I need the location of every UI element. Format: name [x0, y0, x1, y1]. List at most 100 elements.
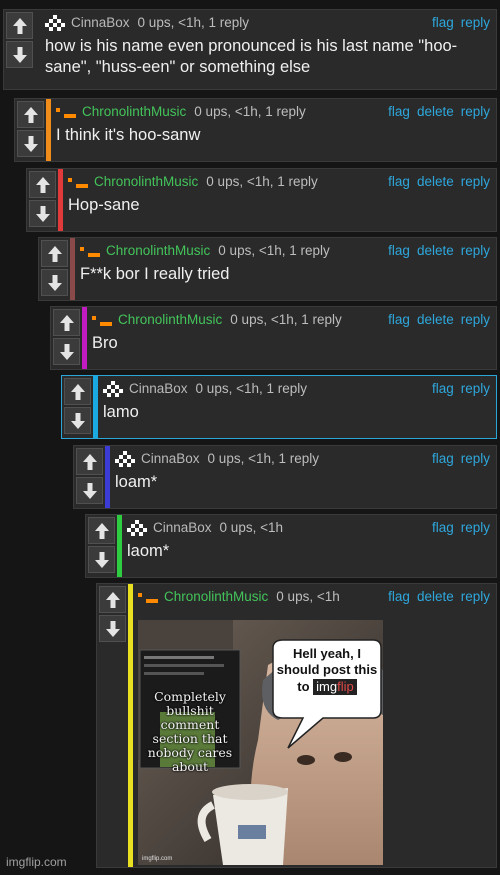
comment-body: CinnaBox 0 ups, <1h, 1 reply flag reply ho… — [40, 10, 496, 89]
comment-actions: flag delete reply — [381, 99, 490, 125]
flag-link[interactable]: flag — [432, 451, 454, 466]
imgflip-logo: imgflip — [313, 679, 357, 695]
avatar-icon — [68, 178, 88, 189]
author-link[interactable]: CinnaBox — [153, 520, 212, 535]
upvote-button[interactable] — [76, 448, 103, 475]
author-link[interactable]: ChronolinthMusic — [118, 312, 222, 327]
comment-body: ChronolinthMusic 0 ups, <1h flag delete rep… — [133, 584, 496, 867]
comment-actions: flag delete reply — [381, 169, 490, 195]
comment: ChronolinthMusic 0 ups, <1h, 1 reply flag… — [50, 306, 497, 370]
downvote-button[interactable] — [99, 615, 126, 642]
reply-link[interactable]: reply — [461, 15, 490, 30]
reply-link[interactable]: reply — [461, 589, 490, 604]
flag-link[interactable]: flag — [432, 520, 454, 535]
upvote-button[interactable] — [64, 378, 91, 405]
comment-text: F**k bor I really tried — [80, 265, 230, 283]
delete-link[interactable]: delete — [417, 104, 454, 119]
vote-controls — [51, 307, 82, 367]
upvote-button[interactable] — [99, 586, 126, 613]
arrow-down-icon — [12, 46, 27, 63]
upvote-button[interactable] — [17, 101, 44, 128]
arrow-up-icon — [94, 522, 109, 539]
comment-stats: 0 ups, <1h — [276, 589, 340, 604]
comment-body: ChronolinthMusic 0 ups, <1h, 1 reply flag… — [63, 169, 496, 231]
reply-link[interactable]: reply — [461, 312, 490, 327]
downvote-button[interactable] — [6, 41, 33, 68]
author-link[interactable]: ChronolinthMusic — [106, 243, 210, 258]
delete-link[interactable]: delete — [417, 312, 454, 327]
upvote-button[interactable] — [29, 171, 56, 198]
delete-link[interactable]: delete — [417, 243, 454, 258]
author-link[interactable]: ChronolinthMusic — [94, 174, 198, 189]
downvote-button[interactable] — [41, 269, 68, 296]
reply-link[interactable]: reply — [461, 174, 490, 189]
reply-link[interactable]: reply — [461, 243, 490, 258]
arrow-up-icon — [35, 176, 50, 193]
arrow-up-icon — [70, 383, 85, 400]
flag-link[interactable]: flag — [388, 589, 410, 604]
meme-image[interactable]: Hell yeah, I should post this to imgflip… — [138, 620, 383, 865]
comment-text: I think it's hoo-sanw — [56, 126, 201, 144]
avatar-icon — [115, 451, 135, 468]
arrow-down-icon — [94, 551, 109, 568]
comment-actions: flag reply — [425, 376, 490, 402]
upvote-button[interactable] — [6, 12, 33, 39]
downvote-button[interactable] — [53, 338, 80, 365]
comment: CinnaBox 0 ups, <1h, 1 reply flag reply lo… — [73, 445, 497, 509]
comment-stats: 0 ups, <1h, 1 reply — [218, 243, 330, 258]
comment-text: loam* — [115, 473, 158, 491]
arrow-down-icon — [23, 135, 38, 152]
comment-meta: ChronolinthMusic 0 ups, <1h, 1 reply flag… — [56, 99, 496, 125]
comment-text: Bro — [92, 334, 118, 352]
arrow-up-icon — [23, 106, 38, 123]
author-link[interactable]: CinnaBox — [141, 451, 200, 466]
downvote-button[interactable] — [76, 477, 103, 504]
arrow-up-icon — [12, 17, 27, 34]
reply-link[interactable]: reply — [461, 451, 490, 466]
downvote-button[interactable] — [17, 130, 44, 157]
author-link[interactable]: CinnaBox — [129, 381, 188, 396]
delete-link[interactable]: delete — [417, 174, 454, 189]
flag-link[interactable]: flag — [388, 174, 410, 189]
delete-link[interactable]: delete — [417, 589, 454, 604]
reply-link[interactable]: reply — [461, 104, 490, 119]
author-link[interactable]: ChronolinthMusic — [82, 104, 186, 119]
vote-controls — [62, 376, 93, 436]
comment-body: CinnaBox 0 ups, <1h, 1 reply flag reply lo… — [110, 446, 496, 508]
arrow-down-icon — [105, 620, 120, 637]
comment-body: ChronolinthMusic 0 ups, <1h, 1 reply flag… — [51, 99, 496, 161]
arrow-up-icon — [105, 591, 120, 608]
flag-link[interactable]: flag — [388, 104, 410, 119]
reply-link[interactable]: reply — [461, 520, 490, 535]
downvote-button[interactable] — [29, 200, 56, 227]
flag-link[interactable]: flag — [388, 312, 410, 327]
upvote-button[interactable] — [53, 309, 80, 336]
vote-controls — [4, 10, 35, 70]
flag-link[interactable]: flag — [432, 15, 454, 30]
avatar-icon — [103, 381, 123, 398]
comment-meta: ChronolinthMusic 0 ups, <1h, 1 reply flag… — [68, 169, 496, 195]
comment: CinnaBox 0 ups, <1h, 1 reply flag reply la… — [61, 375, 497, 439]
comment-actions: flag reply — [425, 515, 490, 541]
downvote-button[interactable] — [64, 407, 91, 434]
comment-meta: CinnaBox 0 ups, <1h flag reply — [127, 515, 496, 541]
comment: ChronolinthMusic 0 ups, <1h, 1 reply flag… — [38, 237, 497, 301]
comment-actions: flag delete reply — [381, 584, 490, 610]
comment-stats: 0 ups, <1h, 1 reply — [195, 381, 307, 396]
author-link[interactable]: CinnaBox — [71, 15, 130, 30]
arrow-down-icon — [35, 205, 50, 222]
author-link[interactable]: ChronolinthMusic — [164, 589, 268, 604]
comment-text: Hop-sane — [68, 196, 140, 214]
downvote-button[interactable] — [88, 546, 115, 573]
comment-meta: CinnaBox 0 ups, <1h, 1 reply flag reply — [103, 376, 496, 402]
comment-actions: flag reply — [425, 446, 490, 472]
upvote-button[interactable] — [41, 240, 68, 267]
reply-link[interactable]: reply — [461, 381, 490, 396]
upvote-button[interactable] — [88, 517, 115, 544]
comment-meta: CinnaBox 0 ups, <1h, 1 reply flag reply — [45, 10, 496, 36]
comment-body: ChronolinthMusic 0 ups, <1h, 1 reply flag… — [87, 307, 496, 369]
flag-link[interactable]: flag — [432, 381, 454, 396]
vote-controls — [86, 515, 117, 575]
comment-meta: CinnaBox 0 ups, <1h, 1 reply flag reply — [115, 446, 496, 472]
flag-link[interactable]: flag — [388, 243, 410, 258]
